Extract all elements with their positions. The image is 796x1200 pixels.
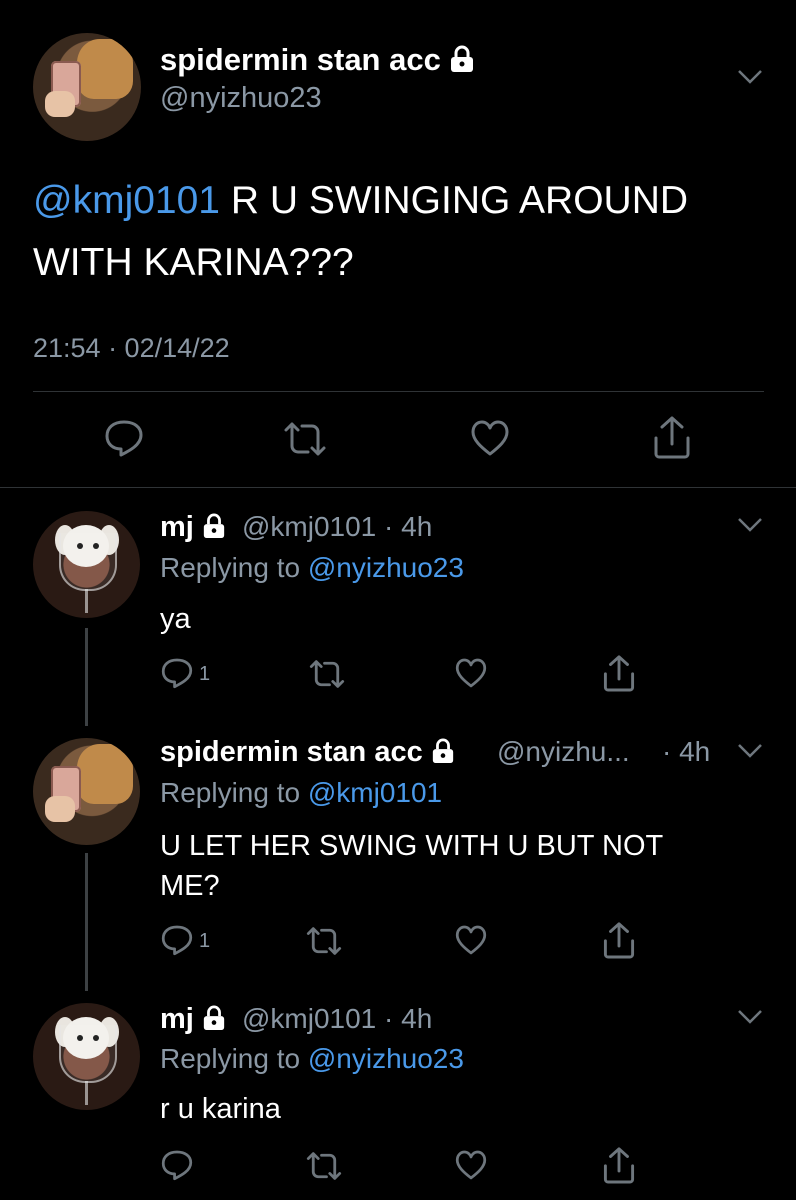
timestamp: · 4h [662,736,711,767]
retweet-icon[interactable] [305,1150,343,1182]
retweet-icon[interactable] [282,420,328,458]
like-icon[interactable] [469,418,511,458]
reply-count: 1 [199,663,211,685]
like-icon[interactable] [454,923,488,957]
display-name[interactable]: spidermin stan acc [160,736,455,769]
replying-to: Replying to @nyizhuo23 [160,1043,464,1074]
avatar[interactable] [33,1003,140,1110]
chevron-down-icon[interactable] [736,516,764,534]
lock-icon [203,513,224,538]
chevron-down-icon[interactable] [736,742,764,760]
reply-icon[interactable] [160,1148,194,1182]
lock-icon [432,738,453,763]
reply-icon[interactable] [160,656,194,690]
display-name[interactable]: spidermin stan acc [160,42,475,78]
thread-line [85,628,88,726]
chevron-down-icon[interactable] [736,68,764,86]
retweet-icon[interactable] [308,658,346,690]
share-icon[interactable] [602,653,636,693]
mention-link[interactable]: @nyizhuo23 [308,552,464,583]
display-name[interactable]: mj [160,511,226,544]
mention-link[interactable]: @nyizhuo23 [308,1043,464,1074]
avatar[interactable] [33,511,140,618]
lock-icon [450,45,473,72]
share-icon[interactable] [652,414,692,460]
divider [33,391,764,392]
like-icon[interactable] [454,1148,488,1182]
avatar[interactable] [33,33,141,141]
divider [0,487,796,488]
retweet-icon[interactable] [305,925,343,957]
handle[interactable]: @nyizhuo23 [160,82,322,115]
timestamp: 21:54 · 02/14/22 [33,333,230,363]
replying-to: Replying to @kmj0101 [160,777,443,808]
share-icon[interactable] [602,920,636,960]
avatar[interactable] [33,738,140,845]
reply-icon[interactable] [160,923,194,957]
handle[interactable]: @nyizhu... [497,736,630,768]
thread-line [85,853,88,991]
reply-icon[interactable] [103,418,145,458]
share-icon[interactable] [602,1145,636,1185]
chevron-down-icon[interactable] [736,1008,764,1026]
handle-time[interactable]: @kmj0101 · 4h [242,1003,432,1035]
display-name[interactable]: mj [160,1003,226,1036]
mention-link[interactable]: @kmj0101 [33,179,220,222]
lock-icon [203,1005,224,1030]
handle-time[interactable]: @kmj0101 · 4h [242,511,432,543]
replying-to: Replying to @nyizhuo23 [160,552,464,583]
reply-count: 1 [199,930,211,952]
tweet-text: @kmj0101 R U SWINGING AROUND WITH KARINA… [33,179,689,284]
tweet-text: U LET HER SWING WITH U BUT NOT ME? [160,830,664,902]
tweet-text: r u karina [160,1093,281,1125]
like-icon[interactable] [454,656,488,690]
mention-link[interactable]: @kmj0101 [308,777,442,808]
tweet-text: ya [160,603,191,635]
